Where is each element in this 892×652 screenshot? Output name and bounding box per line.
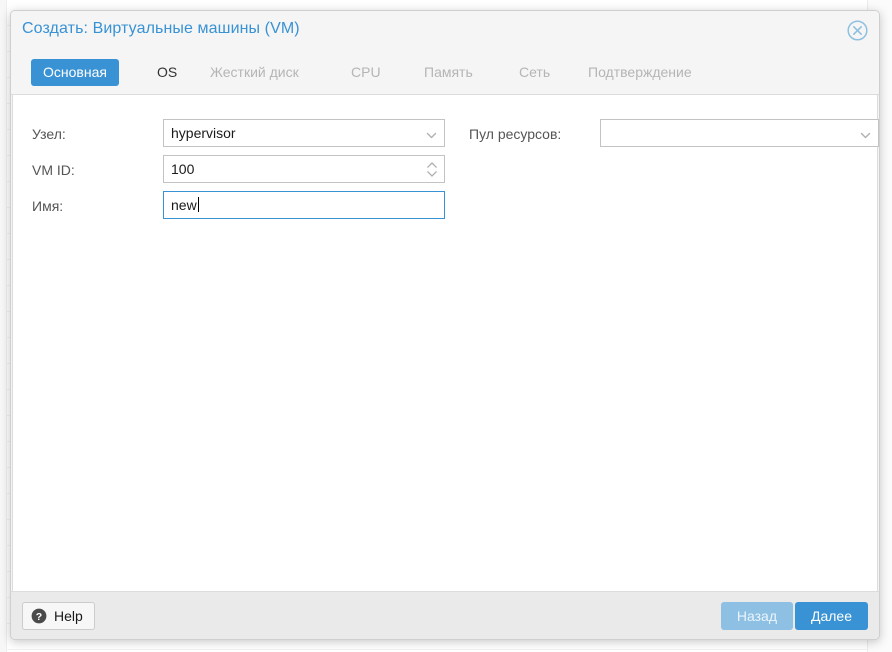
vmid-label: VM ID:	[32, 162, 75, 178]
question-mark-circle-icon: ?	[31, 608, 47, 624]
name-input[interactable]: new	[163, 191, 445, 219]
tab-osnovnaya[interactable]: Основная	[31, 59, 119, 86]
node-select-value: hypervisor	[171, 125, 236, 141]
help-button[interactable]: ? Help	[22, 602, 95, 630]
tab-network: Сеть	[519, 64, 551, 80]
dialog-content-panel: Узел: hypervisor VM ID: 100 Имя: new Пул…	[12, 95, 879, 593]
dialog-title: Создать: Виртуальные машины (VM)	[22, 20, 300, 37]
name-label: Имя:	[32, 198, 64, 214]
vmid-value: 100	[171, 161, 195, 177]
node-select[interactable]: hypervisor	[163, 119, 445, 147]
spinner-updown-icon[interactable]	[426, 160, 438, 179]
tab-cpu: CPU	[351, 64, 381, 80]
back-button[interactable]: Назад	[720, 602, 793, 630]
dialog-header: Создать: Виртуальные машины (VM)	[11, 11, 879, 55]
text-caret	[197, 197, 199, 212]
dialog-footer: ? Help Назад Далее	[11, 591, 879, 639]
dialog-tabbar: Основная OS Жесткий диск CPU Память Сеть…	[11, 55, 879, 95]
close-icon[interactable]	[846, 19, 869, 42]
chevron-down-icon	[860, 128, 871, 139]
vmid-stepper[interactable]: 100	[163, 155, 445, 183]
tab-memory: Память	[424, 64, 473, 80]
tab-os[interactable]: OS	[145, 59, 189, 86]
tab-confirmation: Подтверждение	[588, 64, 692, 80]
chevron-down-icon	[426, 128, 437, 139]
help-button-label: Help	[54, 608, 83, 624]
svg-text:?: ?	[36, 611, 42, 623]
tab-hard-disk: Жесткий диск	[210, 64, 299, 80]
resource-pool-label: Пул ресурсов:	[469, 126, 562, 142]
create-vm-dialog: Создать: Виртуальные машины (VM) Основна…	[10, 10, 880, 640]
name-input-text: new	[171, 197, 197, 213]
next-button[interactable]: Далее	[794, 602, 868, 630]
node-label: Узел:	[32, 126, 66, 142]
name-input-value: new	[171, 192, 199, 218]
resource-pool-select[interactable]	[600, 119, 879, 147]
